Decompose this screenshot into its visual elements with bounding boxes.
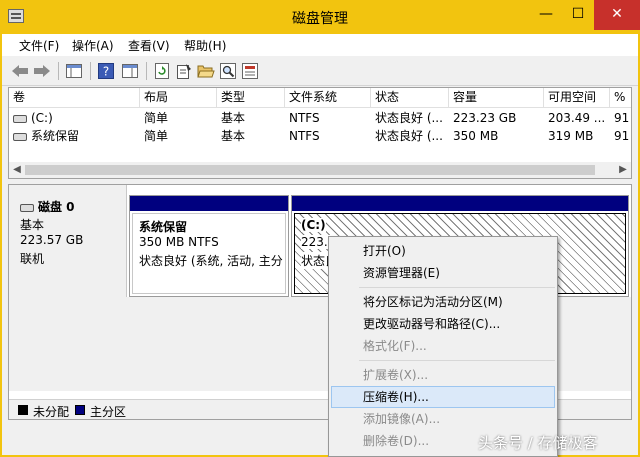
status-cell: 状态良好 (... (375, 129, 443, 143)
partition-body: 系统保留 350 MB NTFS 状态良好 (系统, 活动, 主分 (132, 213, 286, 294)
primary-partition-bar (292, 196, 628, 211)
column-header-volume[interactable]: 卷 (9, 88, 140, 108)
layout-cell: 简单 (144, 129, 169, 143)
primary-partition-bar (130, 196, 288, 211)
magnifier-icon[interactable] (218, 61, 238, 81)
menu-bar: 文件(F) 操作(A) 查看(V) 帮助(H) (2, 34, 638, 56)
context-menu: 打开(O) 资源管理器(E) 将分区标记为活动分区(M) 更改驱动器号和路径(C… (328, 236, 558, 457)
column-header-capacity[interactable]: 容量 (449, 88, 544, 108)
drive-icon (13, 133, 27, 141)
disk-icon (20, 204, 34, 212)
refresh-icon[interactable] (152, 61, 172, 81)
partition-status: 状态良好 (系统, 活动, 主分 (139, 254, 283, 268)
toolbar: ? (2, 56, 638, 86)
svg-text:?: ? (103, 65, 109, 79)
filesystem-cell: NTFS (289, 129, 320, 143)
open-folder-icon[interactable] (196, 61, 216, 81)
volume-name: (C:) (31, 111, 53, 125)
menu-item-shrink-volume[interactable]: 压缩卷(H)... (331, 386, 555, 408)
menu-item-explorer[interactable]: 资源管理器(E) (331, 262, 555, 284)
export-icon[interactable] (240, 61, 260, 81)
free-space-cell: 319 MB (548, 129, 594, 143)
unallocated-swatch (18, 405, 28, 415)
partition-system-reserved[interactable]: 系统保留 350 MB NTFS 状态良好 (系统, 活动, 主分 (129, 195, 289, 297)
percent-cell: 91 (614, 129, 630, 143)
menu-file[interactable]: 文件(F) (19, 37, 59, 54)
legend-label-unallocated: 未分配 (33, 405, 70, 419)
menu-item-mark-active[interactable]: 将分区标记为活动分区(M) (331, 291, 555, 313)
column-header-free-space[interactable]: 可用空间 (544, 88, 610, 108)
toolbar-separator (90, 62, 91, 80)
horizontal-scrollbar[interactable]: ◀ ▶ (9, 162, 631, 178)
menu-item-format[interactable]: 格式化(F)... (331, 335, 555, 357)
column-header-status[interactable]: 状态 (371, 88, 449, 108)
layout-cell: 简单 (144, 111, 169, 125)
type-cell: 基本 (221, 129, 246, 143)
close-button[interactable]: ✕ (594, 0, 640, 30)
properties-icon[interactable] (174, 61, 194, 81)
menu-help[interactable]: 帮助(H) (184, 37, 226, 54)
toolbar-separator (58, 62, 59, 80)
type-cell: 基本 (221, 111, 246, 125)
primary-swatch (75, 405, 85, 415)
column-header-type[interactable]: 类型 (217, 88, 285, 108)
percent-cell: 91 (614, 111, 630, 125)
show-hide-icon[interactable] (120, 61, 140, 81)
filesystem-cell: NTFS (289, 111, 320, 125)
disk-size: 223.57 GB (20, 233, 84, 247)
status-cell: 状态良好 (... (375, 111, 443, 125)
minimize-button[interactable]: — (530, 0, 562, 30)
volume-cell: 系统保留 (9, 127, 140, 145)
column-header-filesystem[interactable]: 文件系统 (285, 88, 371, 108)
partition-name: 系统保留 (139, 220, 188, 234)
toolbar-separator (146, 62, 147, 80)
column-header-layout[interactable]: 布局 (140, 88, 217, 108)
volume-cell: (C:) (9, 109, 140, 127)
disk-label[interactable]: 磁盘 0 基本 223.57 GB 联机 (9, 185, 127, 297)
menu-separator (359, 360, 555, 361)
drive-icon (13, 115, 27, 123)
help-icon[interactable]: ? (96, 61, 116, 81)
legend-label-primary: 主分区 (90, 405, 127, 419)
menu-item-add-mirror[interactable]: 添加镜像(A)... (331, 408, 555, 430)
disk-name: 磁盘 0 (38, 200, 75, 214)
partition-size: 350 MB NTFS (139, 235, 219, 249)
free-space-cell: 203.49 ... (548, 111, 606, 125)
disk-name-row: 磁盘 0 (20, 198, 75, 215)
partition-name: (C:) (301, 218, 326, 232)
menu-action[interactable]: 操作(A) (72, 37, 114, 54)
capacity-cell: 223.23 GB (453, 111, 517, 125)
title-bar: 磁盘管理 — ☐ ✕ (0, 0, 640, 34)
forward-arrow-icon[interactable] (32, 61, 52, 81)
watermark: 头条号 / 存储极客 (478, 434, 598, 452)
scroll-right-icon[interactable]: ▶ (615, 162, 631, 178)
menu-separator (359, 287, 555, 288)
scrollbar-thumb[interactable] (25, 165, 595, 175)
menu-item-open[interactable]: 打开(O) (331, 240, 555, 262)
menu-item-change-drive-letter[interactable]: 更改驱动器号和路径(C)... (331, 313, 555, 335)
disk-type: 基本 (20, 218, 45, 232)
back-arrow-icon[interactable] (10, 61, 30, 81)
disk-status: 联机 (20, 252, 45, 266)
column-header-percent[interactable]: % (610, 88, 631, 108)
maximize-button[interactable]: ☐ (562, 0, 594, 30)
capacity-cell: 350 MB (453, 129, 499, 143)
volume-name: 系统保留 (31, 129, 80, 143)
console-tree-icon[interactable] (64, 61, 84, 81)
volume-list: 卷 布局 类型 文件系统 状态 容量 可用空间 % (C:) 简单 基本 NTF… (8, 87, 632, 179)
scroll-left-icon[interactable]: ◀ (9, 162, 25, 178)
menu-view[interactable]: 查看(V) (128, 37, 170, 54)
menu-item-extend-volume[interactable]: 扩展卷(X)... (331, 364, 555, 386)
